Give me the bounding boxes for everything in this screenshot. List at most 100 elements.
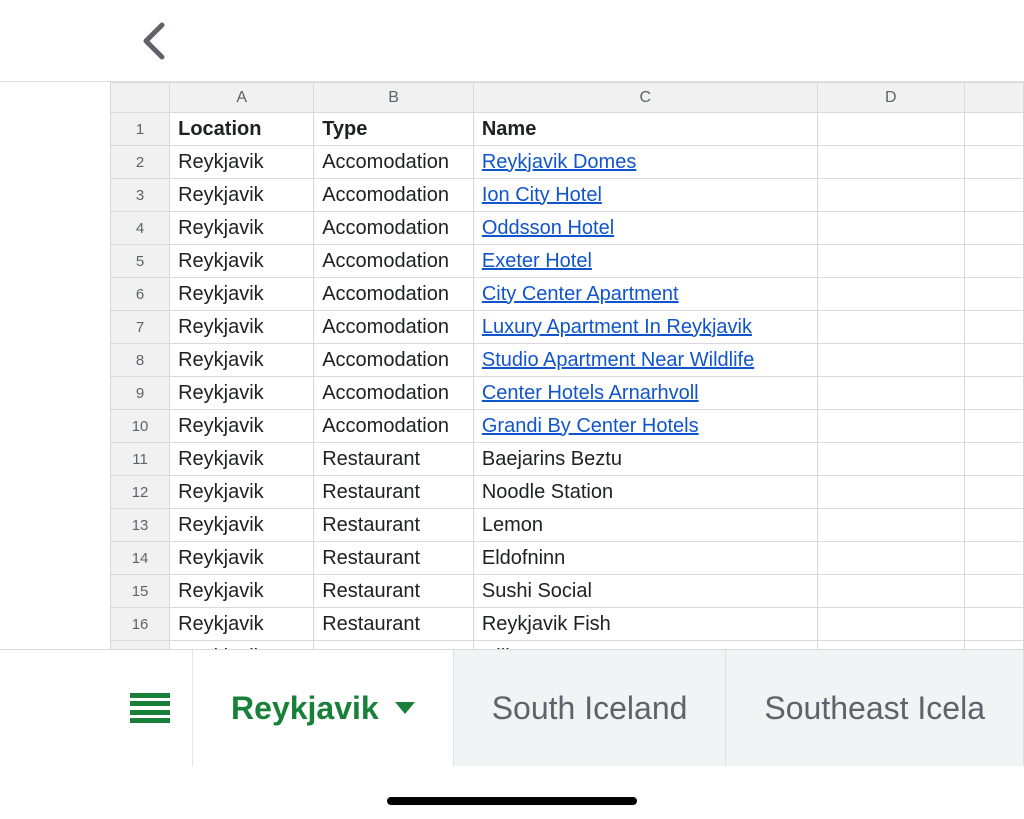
cell[interactable] [964,641,1023,650]
cell-location[interactable]: Reykjavik [170,608,314,641]
cell-location[interactable]: Reykjavik [170,575,314,608]
cell-type[interactable]: Restaurant [314,476,474,509]
cell-type[interactable]: Accomodation [314,344,474,377]
col-header-C[interactable]: C [473,83,817,113]
tab-reykjavik[interactable]: Reykjavik [193,650,454,766]
cell[interactable] [817,278,964,311]
row-number[interactable]: 11 [111,443,170,476]
cell[interactable] [964,509,1023,542]
cell-name[interactable]: Lemon [473,509,817,542]
cell-name[interactable]: Baejarins Beztu [473,443,817,476]
row-number[interactable]: 16 [111,608,170,641]
cell[interactable] [817,311,964,344]
cell[interactable] [964,410,1023,443]
cell-location[interactable]: Reykjavik [170,476,314,509]
cell-type[interactable]: Restaurant [314,542,474,575]
cell[interactable] [964,212,1023,245]
cell[interactable] [817,542,964,575]
cell[interactable] [964,344,1023,377]
all-sheets-button[interactable] [108,650,193,766]
row-number[interactable]: 7 [111,311,170,344]
row-number[interactable]: 4 [111,212,170,245]
cell-location[interactable]: Reykjavik [170,410,314,443]
cell-location[interactable]: Reykjavik [170,245,314,278]
cell-type[interactable]: Accomodation [314,146,474,179]
cell[interactable] [817,443,964,476]
corner-cell[interactable] [111,83,170,113]
cell-type[interactable]: Restaurant [314,641,474,650]
row-number[interactable]: 9 [111,377,170,410]
cell[interactable] [817,575,964,608]
cell-location[interactable]: Reykjavik [170,311,314,344]
cell-header-name[interactable]: Name [473,113,817,146]
cell[interactable] [817,212,964,245]
cell-location[interactable]: Reykjavik [170,443,314,476]
cell-name[interactable]: Grandi By Center Hotels [473,410,817,443]
cell-type[interactable]: Accomodation [314,278,474,311]
cell[interactable] [817,476,964,509]
cell-name[interactable]: Sushi Social [473,575,817,608]
cell-name[interactable]: Center Hotels Arnarhvoll [473,377,817,410]
cell[interactable] [817,344,964,377]
cell[interactable] [964,245,1023,278]
cell-type[interactable]: Accomodation [314,212,474,245]
cell-header-type[interactable]: Type [314,113,474,146]
cell[interactable] [964,476,1023,509]
cell-location[interactable]: Reykjavik [170,179,314,212]
cell[interactable] [817,608,964,641]
row-number[interactable]: 12 [111,476,170,509]
tab-south-iceland[interactable]: South Iceland [454,650,727,766]
cell-name[interactable]: Reykjavik Domes [473,146,817,179]
row-number[interactable]: 14 [111,542,170,575]
cell-type[interactable]: Accomodation [314,410,474,443]
cell-location[interactable]: Reykjavik [170,641,314,650]
cell[interactable] [964,575,1023,608]
cell[interactable] [817,245,964,278]
row-number[interactable]: 13 [111,509,170,542]
cell[interactable] [964,608,1023,641]
cell-location[interactable]: Reykjavik [170,212,314,245]
cell-location[interactable]: Reykjavik [170,278,314,311]
cell-type[interactable]: Restaurant [314,575,474,608]
row-number[interactable]: 10 [111,410,170,443]
cell[interactable] [964,278,1023,311]
name-link[interactable]: Reykjavik Domes [482,151,636,173]
name-link[interactable]: Exeter Hotel [482,250,592,272]
cell-name[interactable]: Ion City Hotel [473,179,817,212]
row-number[interactable]: 3 [111,179,170,212]
cell[interactable] [964,377,1023,410]
cell[interactable] [964,179,1023,212]
cell[interactable] [964,443,1023,476]
cell-name[interactable]: Noodle Station [473,476,817,509]
cell[interactable] [817,179,964,212]
cell-location[interactable]: Reykjavik [170,146,314,179]
cell-name[interactable]: Luxury Apartment In Reykjavik [473,311,817,344]
row-number[interactable]: 1 [111,113,170,146]
name-link[interactable]: Center Hotels Arnarhvoll [482,382,699,404]
cell[interactable] [817,377,964,410]
cell-type[interactable]: Accomodation [314,311,474,344]
cell[interactable] [817,113,964,146]
cell[interactable] [964,311,1023,344]
name-link[interactable]: Grandi By Center Hotels [482,415,699,437]
cell-name[interactable]: City Center Apartment [473,278,817,311]
row-number[interactable]: 15 [111,575,170,608]
row-number[interactable]: 17 [111,641,170,650]
cell-name[interactable]: Reykjavik Fish [473,608,817,641]
cell-location[interactable]: Reykjavik [170,509,314,542]
col-header-B[interactable]: B [314,83,474,113]
row-number[interactable]: 8 [111,344,170,377]
spreadsheet[interactable]: A B C D 1 Location Type Name 2ReykjavikA… [0,82,1024,649]
cell-type[interactable]: Accomodation [314,245,474,278]
name-link[interactable]: Studio Apartment Near Wildlife [482,349,754,371]
name-link[interactable]: City Center Apartment [482,283,679,305]
tab-southeast-iceland[interactable]: Southeast Icela [726,650,1024,766]
cell-name[interactable]: Oddsson Hotel [473,212,817,245]
cell-name[interactable]: Eldofninn [473,542,817,575]
cell[interactable] [817,410,964,443]
cell-type[interactable]: Accomodation [314,179,474,212]
cell[interactable] [817,146,964,179]
cell-type[interactable]: Restaurant [314,608,474,641]
back-icon[interactable] [140,21,168,61]
cell-name[interactable]: Exeter Hotel [473,245,817,278]
